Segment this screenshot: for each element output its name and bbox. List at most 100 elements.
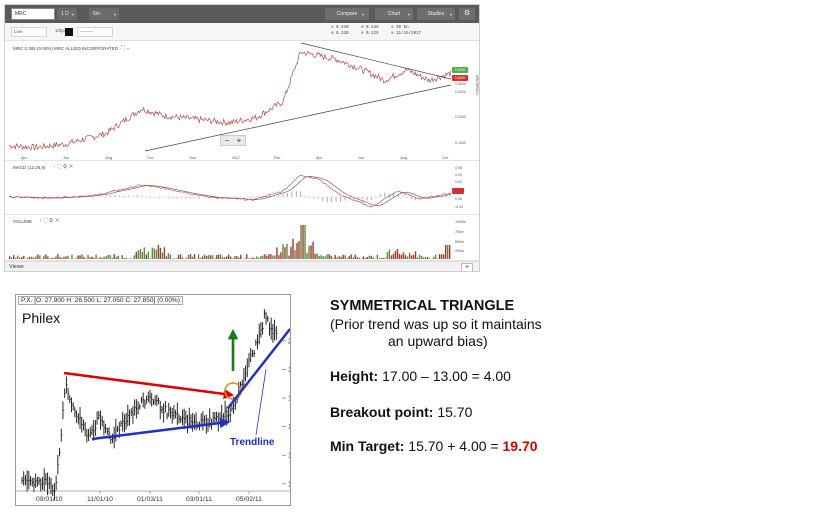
volume-bar <box>125 257 127 259</box>
x-tick-label: Aug <box>105 156 112 160</box>
volume-bar <box>31 256 33 259</box>
volume-bar <box>434 254 437 259</box>
volume-bar <box>77 255 79 259</box>
volume-bar <box>292 238 294 259</box>
volume-bar <box>93 257 95 259</box>
volume-bar <box>288 255 290 259</box>
volume-bar <box>199 258 202 259</box>
volume-bar <box>45 254 47 259</box>
volume-bar <box>300 225 302 259</box>
volume-bar <box>201 256 204 259</box>
line-style-select[interactable]: Line <box>11 27 47 37</box>
color-swatch[interactable] <box>65 28 73 36</box>
volume-bar <box>29 256 31 259</box>
volume-bar <box>262 255 264 259</box>
volume-bar <box>250 258 252 259</box>
volume-bar <box>362 256 364 259</box>
volume-bar <box>179 254 182 259</box>
volume-bar <box>207 255 210 259</box>
volume-bar <box>17 255 19 259</box>
volume-bar <box>348 256 350 259</box>
volume-bar <box>177 254 180 259</box>
volume-bar <box>334 254 336 259</box>
volume-bar <box>252 257 254 259</box>
volume-bar <box>167 253 170 259</box>
volume-bar <box>276 247 278 259</box>
signal-line <box>8 175 452 206</box>
y-tick: 0.06 <box>455 166 462 170</box>
volume-bar <box>11 257 13 259</box>
target-line: Min Target: 15.70 + 4.00 = 19.70 <box>330 438 538 454</box>
gear-icon[interactable]: ⚙ <box>459 8 475 20</box>
volume-bar <box>139 249 141 259</box>
volume-bar <box>113 254 115 259</box>
quote-low: 0.325 <box>366 31 379 36</box>
dash-style-select[interactable]: --------- <box>77 27 113 37</box>
y-tick-label: 20.00 <box>288 338 291 345</box>
volume-bar <box>213 258 216 259</box>
volume-bar <box>15 257 17 259</box>
volume-bar <box>418 254 421 259</box>
macd-panel: MACD (12,26,9) ↑⛶⚙✕ 0.06 0.04 0.02 0.00 … <box>5 161 479 215</box>
volume-bar <box>189 254 192 259</box>
volume-bar <box>426 256 429 259</box>
upper-trendline <box>300 42 452 80</box>
volume-bar <box>227 254 230 259</box>
volume-bar <box>384 258 387 259</box>
volume-bar <box>272 255 274 259</box>
volume-bar <box>81 254 83 259</box>
volume-bar <box>79 255 81 259</box>
chevron-down-icon: ▼ <box>449 12 453 17</box>
volume-bar <box>414 251 417 259</box>
volume-bar <box>318 255 320 259</box>
quote-date: 11/16/2017 <box>396 31 422 36</box>
y-tick: 250m <box>455 249 464 253</box>
price-tag-red: 0.3000 <box>452 75 468 81</box>
volume-bar <box>294 250 296 259</box>
volume-bar <box>400 254 403 259</box>
volume-bar <box>432 256 435 259</box>
views-button[interactable]: Views <box>9 264 24 270</box>
target-label: Min Target: <box>330 438 405 454</box>
volume-bar <box>159 247 162 259</box>
add-panel-button[interactable]: + <box>461 263 473 271</box>
x-tick-label: 11/01/10 <box>87 496 113 503</box>
style-bar: Line 1/2px --------- ■ 0.330 ■ 0.330 ■ 0… <box>5 23 479 41</box>
volume-bar <box>161 252 164 259</box>
zoom-out-button[interactable]: − <box>221 136 233 145</box>
volume-bar <box>95 254 97 259</box>
y-tick: 1000m <box>455 220 466 224</box>
volume-bar <box>286 243 288 259</box>
philex-chart: 20.00 18.00 16.00 14.00 12.00 10.00 09/01/10 11… <box>15 294 291 506</box>
zoom-in-button[interactable]: + <box>233 136 245 145</box>
volume-bar <box>368 255 371 259</box>
volume-bar <box>442 254 445 259</box>
volume-bar <box>238 257 240 259</box>
volume-bar <box>284 247 286 259</box>
chevron-down-icon: ▼ <box>113 12 117 17</box>
volume-bar <box>428 258 431 259</box>
ohlc-header: P.X. [O: 27.900 H: 28.500 L: 27.050 C: 2… <box>18 296 183 305</box>
volume-bar <box>392 253 395 259</box>
macd-tag <box>452 188 464 194</box>
volume-bar <box>115 256 117 259</box>
volume-bar <box>57 254 59 259</box>
x-tick-label: Oct <box>147 156 154 160</box>
symbol-input[interactable]: MRC <box>11 8 55 20</box>
volume-bar <box>270 254 272 259</box>
volume-bar <box>346 258 348 259</box>
x-tick-label: Jun <box>358 156 364 160</box>
volume-bar <box>304 225 306 259</box>
y-tick: 0.3500 <box>455 82 466 86</box>
chevron-down-icon: ▼ <box>407 12 411 17</box>
volume-bar <box>340 256 342 259</box>
target-formula: 15.70 + 4.00 = <box>404 438 503 454</box>
height-line: Height: 17.00 – 13.00 = 4.00 <box>330 368 511 384</box>
volume-bar <box>121 255 123 259</box>
volume-bar <box>51 257 53 259</box>
volume-bar <box>298 241 300 259</box>
volume-bar <box>91 256 93 259</box>
x-tick-label: 2017 <box>232 156 240 160</box>
volume-bar <box>280 252 282 259</box>
volume-bar <box>380 258 383 259</box>
